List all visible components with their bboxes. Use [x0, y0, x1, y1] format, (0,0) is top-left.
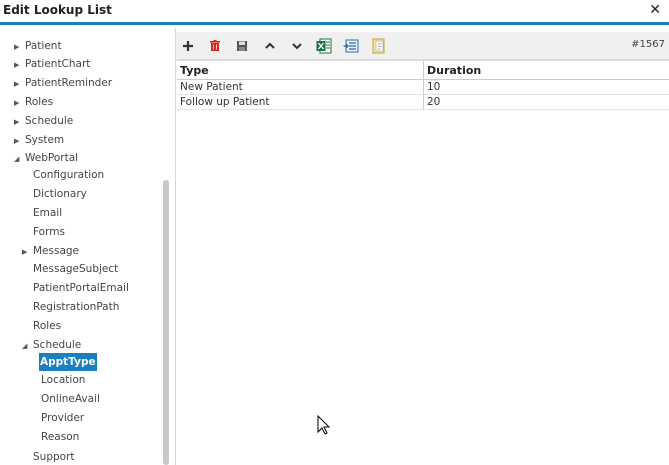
tree-item-label: Reason: [41, 431, 80, 443]
tree-item-message[interactable]: ▶ Message: [22, 242, 80, 260]
grid-toolbar: #1567: [176, 32, 669, 60]
lookup-tree: ▶ Patient ▶ PatientChart ▶ PatientReminder …: [0, 28, 172, 465]
tree-item-label: Dictionary: [33, 188, 87, 200]
expand-arrow-icon[interactable]: ▶: [14, 75, 24, 93]
tree-item-label: Schedule: [25, 115, 74, 127]
tree-item-support[interactable]: Support: [32, 448, 76, 465]
tree-item-dictionary[interactable]: Dictionary: [32, 185, 88, 203]
tree-item-location[interactable]: Location: [40, 371, 86, 389]
tree-item-label: MessageSubject: [33, 263, 119, 275]
tree-item-reason[interactable]: Reason: [40, 428, 80, 446]
tree-item-label: Email: [33, 207, 63, 219]
tree-item-label: Message: [33, 245, 80, 257]
tree-item-onlineavail[interactable]: OnlineAvail: [40, 390, 101, 408]
tree-item-label: OnlineAvail: [41, 393, 100, 405]
delete-button[interactable]: [206, 37, 224, 55]
tree-item-configuration[interactable]: Configuration: [32, 166, 105, 184]
expand-arrow-icon[interactable]: ▶: [14, 113, 24, 131]
chevron-down-icon: [292, 43, 302, 50]
table-row[interactable]: Follow up Patient 20: [177, 95, 669, 110]
tree-item-label: ApptType: [39, 353, 97, 371]
tree-item-label: Provider: [41, 412, 85, 424]
tree-item-label: Patient: [25, 40, 62, 52]
pane-splitter[interactable]: [175, 28, 176, 465]
export-list-button[interactable]: [342, 37, 360, 55]
move-up-button[interactable]: [261, 37, 279, 55]
tree-scrollbar-thumb[interactable]: [163, 180, 169, 465]
expand-arrow-icon[interactable]: ▶: [14, 38, 24, 56]
tree-item-patientchart[interactable]: ▶ PatientChart: [14, 55, 91, 73]
expand-arrow-icon[interactable]: ▶: [14, 94, 24, 112]
export-list-icon: [343, 39, 359, 53]
mouse-pointer-icon: [317, 414, 331, 438]
tree-item-label: Configuration: [33, 169, 105, 181]
tree-item-label: RegistrationPath: [33, 301, 120, 313]
collapse-arrow-icon[interactable]: ◢: [14, 150, 24, 168]
excel-icon: [316, 38, 332, 54]
plus-icon: [183, 41, 193, 51]
tree-item-label: Roles: [33, 320, 62, 332]
tree-item-webportal-roles[interactable]: Roles: [32, 317, 62, 335]
grid-header: Type Duration: [177, 60, 669, 80]
tree-item-patient[interactable]: ▶ Patient: [14, 37, 63, 55]
tree-item-label: PatientChart: [25, 58, 91, 70]
type-cell[interactable]: Follow up Patient: [177, 95, 424, 109]
record-count: #1567: [631, 39, 665, 50]
tree-item-label: Location: [41, 374, 86, 386]
tree-item-system[interactable]: ▶ System: [14, 131, 65, 149]
tree-item-webportal[interactable]: ◢ WebPortal: [14, 149, 79, 167]
type-cell[interactable]: New Patient: [177, 80, 424, 94]
tree-item-messagesubject[interactable]: MessageSubject: [32, 260, 119, 278]
add-button[interactable]: [179, 37, 197, 55]
duration-cell[interactable]: 10: [424, 80, 669, 94]
window-titlebar: Edit Lookup List ✕: [0, 0, 669, 25]
column-header-duration[interactable]: Duration: [424, 61, 669, 79]
table-row[interactable]: New Patient 10: [177, 80, 669, 95]
export-excel-button[interactable]: [315, 37, 333, 55]
tree-item-schedule[interactable]: ▶ Schedule: [14, 112, 74, 130]
tree-item-registrationpath[interactable]: RegistrationPath: [32, 298, 120, 316]
tree-item-label: System: [25, 134, 65, 146]
duration-cell[interactable]: 20: [424, 95, 669, 109]
expand-arrow-icon[interactable]: ▶: [14, 132, 24, 150]
window-title: Edit Lookup List: [3, 3, 112, 17]
lookup-grid: Type Duration New Patient 10 Follow up P…: [177, 60, 669, 110]
tree-item-label: PatientPortalEmail: [33, 282, 129, 294]
tree-item-email[interactable]: Email: [32, 204, 63, 222]
tree-item-patientportalemail[interactable]: PatientPortalEmail: [32, 279, 130, 297]
tree-item-forms[interactable]: Forms: [32, 223, 66, 241]
expand-arrow-icon[interactable]: ▶: [14, 56, 24, 74]
tree-item-webportal-schedule[interactable]: ◢ Schedule: [22, 336, 82, 354]
save-button[interactable]: [233, 37, 251, 55]
tree-item-label: Schedule: [33, 339, 82, 351]
collapse-arrow-icon[interactable]: ◢: [22, 337, 32, 355]
move-down-button[interactable]: [288, 37, 306, 55]
column-header-type[interactable]: Type: [177, 61, 424, 79]
tree-item-label: Forms: [33, 226, 65, 238]
tree-item-appttype[interactable]: ApptType: [39, 353, 97, 371]
trash-icon: [210, 40, 220, 51]
floppy-save-icon: [237, 41, 247, 51]
notes-button[interactable]: [370, 37, 388, 55]
chevron-up-icon: [265, 42, 275, 49]
notes-icon: [372, 38, 385, 54]
tree-item-provider[interactable]: Provider: [40, 409, 85, 427]
close-icon[interactable]: ✕: [649, 2, 661, 18]
tree-item-roles[interactable]: ▶ Roles: [14, 93, 54, 111]
tree-item-label: Support: [33, 451, 75, 463]
tree-item-label: WebPortal: [25, 152, 79, 164]
tree-item-patientreminder[interactable]: ▶ PatientReminder: [14, 74, 113, 92]
tree-item-label: PatientReminder: [25, 77, 113, 89]
tree-item-label: Roles: [25, 96, 54, 108]
expand-arrow-icon[interactable]: ▶: [22, 243, 32, 261]
